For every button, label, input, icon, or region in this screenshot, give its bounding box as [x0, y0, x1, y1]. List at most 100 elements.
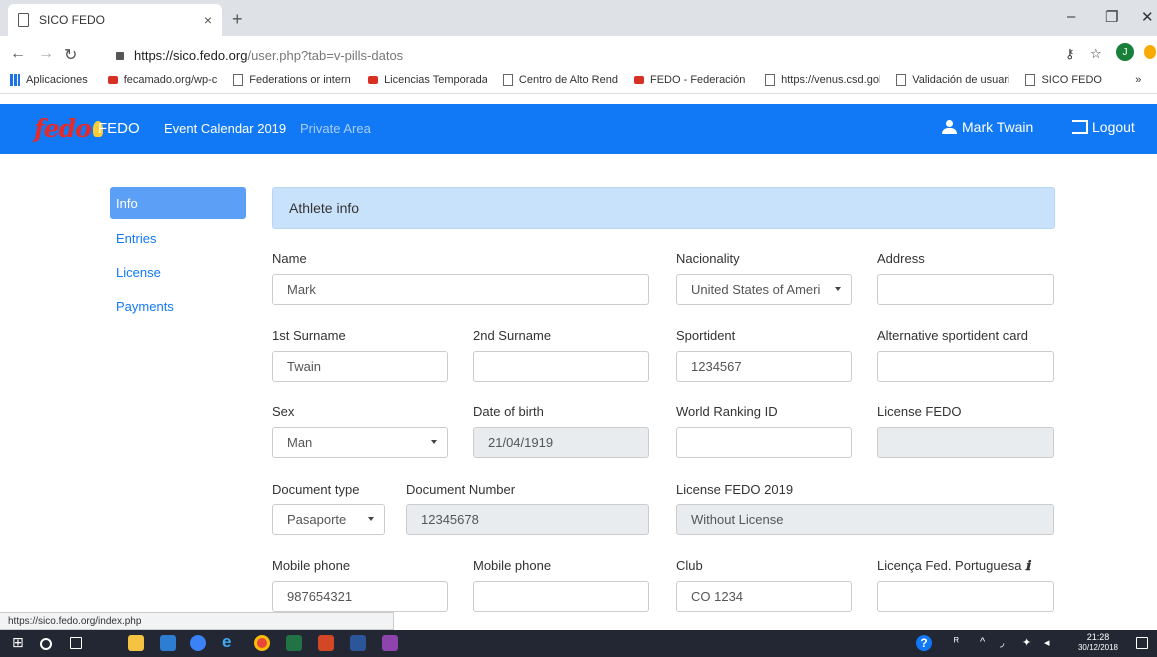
world-ranking-input[interactable] — [676, 427, 852, 458]
minimize-icon[interactable]: – — [1067, 8, 1075, 25]
browser-tab[interactable]: SICO FEDO × — [8, 4, 222, 36]
user-menu[interactable]: Mark Twain — [942, 119, 1033, 135]
info-icon[interactable]: ℹ — [1025, 559, 1030, 574]
surname2-input[interactable] — [473, 351, 649, 382]
profile-avatar[interactable]: J — [1116, 43, 1134, 61]
close-tab-icon[interactable]: × — [204, 12, 212, 28]
clock-date[interactable]: 30/12/2018 — [1070, 643, 1126, 653]
browser-tabstrip: SICO FEDO × + – ❐ ✕ — [0, 0, 1157, 36]
nav-brand[interactable]: FEDO — [98, 120, 140, 137]
extension-icon[interactable] — [1144, 45, 1156, 59]
back-icon[interactable]: ← — [10, 45, 26, 63]
volume-icon[interactable]: ◂ — [1044, 636, 1060, 652]
bookmark-validacion[interactable]: Validación de usuario — [896, 73, 1009, 86]
nav-private-area[interactable]: Private Area — [300, 121, 371, 136]
sidebar-item-entries[interactable]: Entries — [110, 222, 246, 254]
chevron-up-icon[interactable]: ^ — [980, 636, 996, 652]
sportident-input[interactable]: 1234567 — [676, 351, 852, 382]
docnum-label: Document Number — [406, 482, 516, 497]
file-explorer-icon[interactable] — [128, 635, 144, 651]
mobile1-label: Mobile phone — [272, 558, 351, 573]
sportident-label: Sportident — [676, 328, 736, 343]
page-icon — [765, 73, 776, 86]
star-icon[interactable]: ☆ — [1090, 46, 1102, 62]
bookmark-licencias[interactable]: Licencias Temporada — [368, 74, 487, 86]
bookmarks-bar: Aplicaciones fecamado.org/wp-co Federati… — [0, 66, 1157, 94]
app-icon[interactable] — [190, 635, 206, 651]
nav-event-calendar[interactable]: Event Calendar 2019 — [164, 121, 286, 136]
powerpoint-icon[interactable] — [318, 635, 334, 651]
maximize-icon[interactable]: ❐ — [1105, 8, 1118, 26]
name-input[interactable]: Mark — [272, 274, 649, 305]
mobile1-input[interactable]: 987654321 — [272, 581, 448, 612]
name-label: Name — [272, 251, 307, 266]
network-icon[interactable]: ◞ — [1000, 636, 1016, 652]
license2019-field: Without License — [676, 504, 1054, 535]
clock-time[interactable]: 21:28 — [1074, 632, 1122, 642]
portuguesa-input[interactable] — [877, 581, 1054, 612]
windows-start-icon[interactable]: ⊞ — [12, 634, 28, 650]
bookmark-sico[interactable]: SICO FEDO — [1025, 73, 1105, 86]
docnum-field: 12345678 — [406, 504, 649, 535]
bookmark-apps[interactable]: Aplicaciones — [10, 73, 92, 86]
search-icon[interactable] — [40, 638, 52, 650]
logout-button[interactable]: Logout — [1072, 119, 1135, 135]
nationality-label: Nacionality — [676, 251, 740, 266]
url-path: /user.php?tab=v-pills-datos — [247, 47, 404, 63]
edge-icon[interactable]: e — [222, 632, 238, 651]
chrome-icon[interactable] — [254, 635, 270, 651]
url-host: https://sico.fedo.org — [134, 47, 248, 63]
chevron-down-icon — [368, 517, 374, 521]
world-ranking-label: World Ranking ID — [676, 404, 778, 419]
athlete-info-header: Athlete info — [272, 187, 1055, 229]
mobile2-label: Mobile phone — [473, 558, 552, 573]
club-input[interactable]: CO 1234 — [676, 581, 852, 612]
reload-icon[interactable]: ↻ — [64, 45, 77, 65]
fedo-logo[interactable]: fedo — [34, 114, 103, 143]
forward-icon[interactable]: → — [38, 45, 54, 63]
key-icon[interactable]: ⚷ — [1065, 46, 1075, 62]
doctype-label: Document type — [272, 482, 360, 497]
logout-icon — [1072, 120, 1088, 134]
chevron-down-icon — [431, 440, 437, 444]
sidebar-item-license[interactable]: License — [110, 256, 246, 288]
mobile2-input[interactable] — [473, 581, 649, 612]
bookmark-fedo[interactable]: FEDO - Federación E — [634, 74, 749, 86]
surname2-label: 2nd Surname — [473, 328, 552, 343]
sex-select[interactable]: Man — [272, 427, 448, 458]
license-fedo-field — [877, 427, 1054, 458]
page-icon — [1025, 73, 1036, 86]
paint-icon[interactable] — [382, 635, 398, 651]
url-bar[interactable]: https://sico.fedo.org/user.php?tab=v-pil… — [108, 44, 1068, 66]
app-navbar: fedo FEDO Event Calendar 2019 Private Ar… — [0, 104, 1157, 154]
tab-title: SICO FEDO — [39, 13, 106, 27]
store-icon[interactable] — [160, 635, 176, 651]
bookmark-venus[interactable]: https://venus.csd.gob — [765, 73, 880, 86]
sidebar-item-payments[interactable]: Payments — [110, 290, 246, 322]
task-view-icon[interactable] — [70, 637, 82, 649]
close-window-icon[interactable]: ✕ — [1141, 8, 1154, 26]
doctype-select[interactable]: Pasaporte — [272, 504, 385, 535]
page-icon — [502, 73, 513, 86]
nationality-select[interactable]: United States of Ameri — [676, 274, 852, 305]
help-icon[interactable]: ? — [916, 635, 932, 651]
sidebar-item-info[interactable]: Info — [110, 187, 246, 219]
word-icon[interactable] — [350, 635, 366, 651]
notifications-icon[interactable] — [1136, 637, 1148, 649]
fecamado-icon — [107, 75, 118, 84]
people-icon[interactable]: ᴿ — [954, 636, 970, 652]
bookmark-federations[interactable]: Federations or intern — [233, 73, 352, 86]
more-bookmarks[interactable]: » — [1135, 74, 1141, 86]
dropbox-icon[interactable]: ✦ — [1022, 636, 1038, 652]
bookmark-car[interactable]: Centro de Alto Rendi — [502, 73, 618, 86]
alt-sportident-input[interactable] — [877, 351, 1054, 382]
dob-label: Date of birth — [473, 404, 544, 419]
bookmark-fecamado[interactable]: fecamado.org/wp-co — [107, 74, 217, 86]
new-tab-button[interactable]: + — [232, 9, 243, 30]
excel-icon[interactable] — [286, 635, 302, 651]
surname1-label: 1st Surname — [272, 328, 346, 343]
license2019-label: License FEDO 2019 — [676, 482, 794, 497]
address-input[interactable] — [877, 274, 1054, 305]
surname1-input[interactable]: Twain — [272, 351, 448, 382]
lock-icon — [116, 52, 124, 60]
